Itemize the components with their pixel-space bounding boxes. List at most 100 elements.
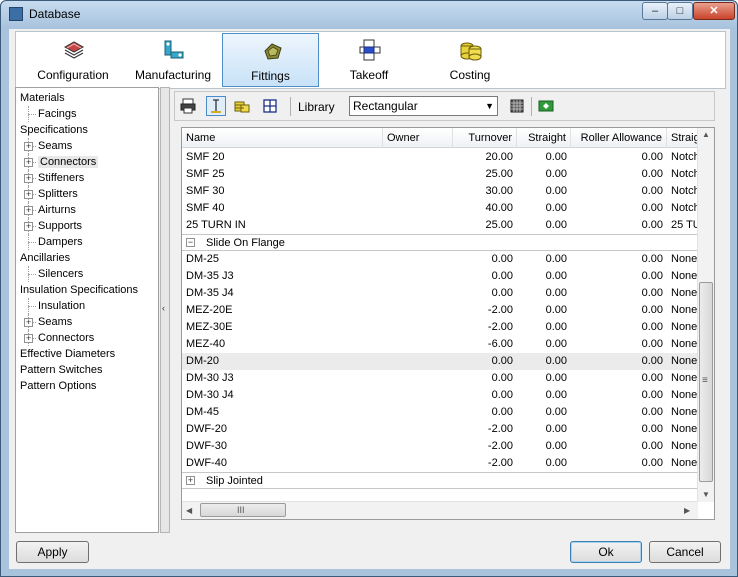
tree-item[interactable]: Airturns [38,202,76,218]
cell-turnover: 0.00 [491,406,513,418]
panel-splitter[interactable]: ‹ [160,87,170,533]
table-row[interactable]: SMF 30 30.00 0.00 0.00 Notch [182,183,698,200]
add-item-button[interactable] [536,96,556,116]
scroll-right-icon[interactable]: ▶ [684,506,690,515]
expand-icon[interactable]: + [24,142,33,151]
column-header-turnover[interactable]: Turnover [453,128,517,148]
table-row[interactable]: DM-30 J3 0.00 0.00 0.00 None [182,370,698,387]
expand-icon[interactable]: + [24,190,33,199]
tree-item[interactable]: Seams [38,314,72,330]
apply-button[interactable]: Apply [16,541,89,563]
cell-turnover: 0.00 [491,389,513,401]
library-select[interactable]: Rectangular ▼ [349,96,498,116]
tree-item[interactable]: Connectors [38,330,94,346]
tree-item[interactable]: Effective Diameters [20,346,115,362]
print-button[interactable] [178,96,198,116]
expand-icon[interactable]: + [24,206,33,215]
vertical-scroll-thumb[interactable]: ≡ [699,282,713,482]
tree-item[interactable]: Ancillaries [20,250,70,266]
collapse-arrow-icon[interactable]: ‹ [162,303,165,313]
grid-rows: SMF 20 20.00 0.00 0.00 Notch SMF 25 25.00 0.00 0… [182,149,698,500]
costing-button[interactable] [232,96,252,116]
horizontal-scrollbar[interactable]: ◀ III ▶ [182,501,698,519]
column-header-straight-type[interactable]: Straig [667,128,698,148]
table-row[interactable]: DM-35 J4 0.00 0.00 0.00 None [182,285,698,302]
tree-item[interactable]: Stiffeners [38,170,84,186]
group-row[interactable]: − Slide On Flange [182,234,698,251]
cell-turnover: -2.00 [487,457,513,469]
expand-icon[interactable]: + [24,158,33,167]
expand-icon[interactable]: + [24,318,33,327]
cell-name: DM-45 [186,406,220,418]
tree-item[interactable]: Pattern Switches [20,362,103,378]
table-row[interactable]: DM-25 0.00 0.00 0.00 None [182,251,698,268]
tree-item[interactable]: Supports [38,218,82,234]
table-row[interactable]: DM-35 J3 0.00 0.00 0.00 None [182,268,698,285]
tree-item[interactable]: Materials [20,90,65,106]
table-row[interactable]: DWF-20 -2.00 0.00 0.00 None [182,421,698,438]
tree-item[interactable]: Connectors [38,154,99,170]
tab-fittings[interactable]: Fittings [222,33,319,87]
tree-item[interactable]: Facings [38,106,77,122]
tree-item[interactable]: Insulation [38,298,85,314]
cell-name: SMF 40 [186,202,225,214]
tab-takeoff[interactable]: Takeoff [320,33,418,87]
minimize-button[interactable]: – [642,2,668,20]
table-row[interactable]: SMF 25 25.00 0.00 0.00 Notch [182,166,698,183]
tab-costing[interactable]: Costing [421,33,519,87]
expand-icon[interactable]: + [24,174,33,183]
tree-item[interactable]: Specifications [20,122,88,138]
cell-roller: 0.00 [641,440,663,452]
text-edit-button[interactable] [206,96,226,116]
expand-icon[interactable]: + [24,334,33,343]
tree-item-label: Ancillaries [20,252,71,264]
table-grid-icon [510,99,524,113]
table-row[interactable]: DM-45 0.00 0.00 0.00 None [182,404,698,421]
table-row[interactable]: MEZ-20E -2.00 0.00 0.00 None [182,302,698,319]
column-header-owner[interactable]: Owner [383,128,453,148]
ok-button[interactable]: Ok [570,541,642,563]
table-row[interactable]: DWF-30 -2.00 0.00 0.00 None [182,438,698,455]
group-row[interactable]: + Slip Jointed [182,472,698,489]
table-row[interactable]: DM-20 0.00 0.00 0.00 None [182,353,698,370]
scroll-down-icon[interactable]: ▼ [702,490,710,499]
tree-item[interactable]: Dampers [38,234,83,250]
tree-item[interactable]: Pattern Options [20,378,96,394]
scroll-left-icon[interactable]: ◀ [186,506,192,515]
tree-item[interactable]: Insulation Specifications [20,282,138,298]
tree-item-label: Pattern Options [20,380,97,392]
group-toggle-icon[interactable]: − [186,238,195,247]
close-button[interactable]: ✕ [693,2,735,20]
title-bar[interactable]: Database – □ ✕ [1,1,737,29]
expand-icon[interactable]: + [24,222,33,231]
column-header-straight[interactable]: Straight [517,128,571,148]
fittings-toolbar: Library Rectangular ▼ [174,91,715,121]
group-toggle-icon[interactable]: + [186,476,195,485]
cell-roller: 0.00 [641,304,663,316]
table-row[interactable]: MEZ-40 -6.00 0.00 0.00 None [182,336,698,353]
table-row[interactable]: SMF 40 40.00 0.00 0.00 Notch [182,200,698,217]
cell-roller: 0.00 [641,321,663,333]
tree-item[interactable]: Splitters [38,186,78,202]
table-row[interactable]: DWF-40 -2.00 0.00 0.00 None [182,455,698,472]
table-row[interactable]: 25 TURN IN 25.00 0.00 0.00 25 TUR [182,217,698,234]
table-grid-button[interactable] [507,96,527,116]
scroll-up-icon[interactable]: ▲ [702,130,710,139]
tree-item-label: Materials [20,92,65,104]
cell-straight: 0.00 [545,406,567,418]
horizontal-scroll-thumb[interactable]: III [200,503,286,517]
vertical-scrollbar[interactable]: ▲ ≡ ▼ [697,128,714,502]
column-header-roller-allowance[interactable]: Roller Allowance [571,128,667,148]
table-row[interactable]: SMF 20 20.00 0.00 0.00 Notch [182,149,698,166]
tab-fittings-label: Fittings [251,69,290,83]
tree-item[interactable]: Silencers [38,266,83,282]
tab-manufacturing[interactable]: Manufacturing [124,33,222,87]
tab-configuration[interactable]: Configuration [24,33,122,87]
table-row[interactable]: DM-30 J4 0.00 0.00 0.00 None [182,387,698,404]
table-row[interactable]: MEZ-30E -2.00 0.00 0.00 None [182,319,698,336]
grid-lines-button[interactable] [260,96,280,116]
column-header-name[interactable]: Name [182,128,383,148]
tree-item[interactable]: Seams [38,138,72,154]
cancel-button[interactable]: Cancel [649,541,721,563]
maximize-button[interactable]: □ [667,2,693,20]
